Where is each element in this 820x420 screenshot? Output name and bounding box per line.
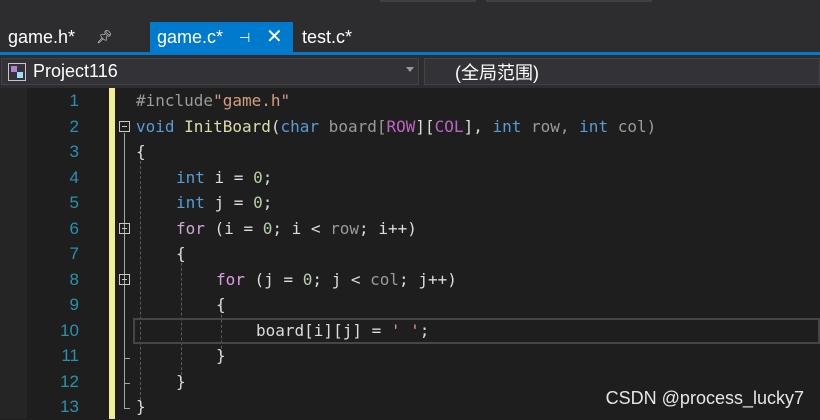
tab-label: game.c* [157, 26, 224, 47]
title-strip [0, 0, 820, 22]
code-line-8: for (j = 0; j < col; j++) [216, 269, 457, 289]
outline-line [124, 133, 125, 408]
project-dropdown[interactable]: Project116 [1, 58, 419, 85]
tab-test-c[interactable]: test.c* [294, 22, 384, 52]
line-number: 2 [69, 116, 79, 136]
line-number: 11 [61, 346, 79, 365]
project-icon [8, 62, 26, 81]
current-line-highlight [133, 318, 820, 344]
glyph-margin [0, 88, 27, 419]
code-line-10: board[i][j] = ' '; [256, 320, 430, 340]
indent-guide [181, 253, 182, 380]
pin-icon[interactable]: ⊣ [239, 30, 250, 46]
navigation-bar: Project116 (全局范围) [0, 55, 820, 88]
code-editor[interactable]: 1 2 3 4 5 6 7 8 9 10 11 12 13 #include"g… [0, 88, 820, 419]
line-number: 9 [69, 295, 79, 314]
watermark: CSDN @process_lucky7 [605, 388, 804, 408]
project-label: Project116 [33, 61, 118, 81]
chevron-down-icon[interactable] [406, 67, 414, 72]
collapse-icon[interactable] [119, 274, 130, 285]
indent-guide [140, 151, 141, 405]
line-number: 7 [69, 244, 79, 263]
collapse-icon[interactable] [119, 223, 130, 234]
code-line-11: } [216, 346, 226, 365]
line-number: 6 [69, 218, 79, 238]
search-box-edge [486, 0, 652, 2]
outline-end [124, 383, 130, 384]
tab-label: game.h* [8, 26, 76, 47]
tab-label: test.c* [302, 26, 353, 47]
scope-label: (全局范围) [455, 62, 539, 83]
line-number: 13 [60, 397, 79, 416]
outline-end [124, 358, 130, 359]
code-line-5: int j = 0; [176, 193, 273, 212]
line-number: 1 [69, 91, 79, 110]
code-line-2: void InitBoard(char board[ROW][COL], int… [136, 116, 657, 136]
line-number: 4 [69, 167, 79, 187]
close-icon[interactable]: ✕ [266, 24, 283, 49]
line-number: 10 [60, 320, 79, 340]
line-number: 5 [69, 193, 79, 212]
line-number: 12 [60, 371, 79, 391]
change-tracking-bar [109, 88, 115, 419]
code-line-7: { [176, 244, 186, 263]
code-line-4: int i = 0; [176, 167, 273, 187]
tab-game-c[interactable]: game.c* ⊣ ✕ [150, 22, 293, 52]
line-number: 3 [69, 142, 79, 161]
pin-icon[interactable]: 📌︎ [96, 29, 113, 45]
collapse-icon[interactable] [119, 121, 130, 132]
line-number: 8 [69, 269, 79, 289]
scope-dropdown[interactable]: (全局范围) [424, 58, 820, 85]
outline-end [124, 408, 130, 409]
code-line-6: for (i = 0; i < row; i++) [176, 218, 417, 238]
code-line-12: } [176, 371, 186, 391]
tab-game-h[interactable]: game.h* 📌︎ [0, 22, 122, 52]
document-tab-bar: game.h* 📌︎ game.c* ⊣ ✕ test.c* [0, 22, 820, 52]
code-line-1: #include"game.h" [136, 91, 291, 110]
code-line-13: } [136, 397, 146, 416]
menu-highlight [380, 0, 476, 2]
code-line-3: { [136, 142, 146, 161]
code-line-9: { [216, 295, 226, 314]
